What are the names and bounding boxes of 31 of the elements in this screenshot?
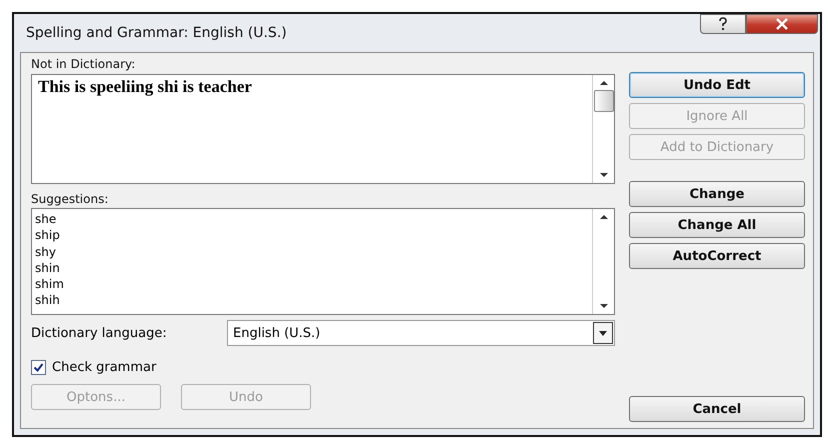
check-grammar-checkbox[interactable]: Check grammar bbox=[31, 360, 615, 375]
scroll-thumb[interactable] bbox=[594, 90, 614, 112]
scroll-up-icon bbox=[598, 213, 608, 221]
suggestion-item[interactable]: shih bbox=[35, 292, 589, 309]
dialog-button[interactable]: Change All bbox=[629, 212, 805, 238]
suggestion-item[interactable]: she bbox=[35, 211, 589, 228]
help-button[interactable] bbox=[700, 14, 746, 34]
suggestions-list[interactable]: she ship shy shin shim shih bbox=[31, 208, 615, 315]
dictionary-language-label: Dictionary language: bbox=[31, 326, 168, 340]
window-title: Spelling and Grammar: English (U.S.) bbox=[26, 25, 288, 41]
scroll-down-icon bbox=[598, 302, 608, 310]
suggestion-item[interactable]: shy bbox=[35, 244, 589, 260]
suggestion-item[interactable]: shin bbox=[35, 260, 589, 276]
scroll-up-icon bbox=[598, 79, 608, 87]
cancel-button[interactable]: Cancel bbox=[629, 396, 805, 422]
dictionary-language-dropdown[interactable]: English (U.S.) bbox=[227, 320, 615, 346]
close-icon bbox=[775, 18, 789, 30]
sentence-text: This is speeliing shi is teacher bbox=[37, 76, 253, 98]
scroll-down-icon bbox=[598, 171, 608, 179]
not-in-dictionary-label: Not in Dictionary: bbox=[31, 57, 136, 73]
suggestion-item[interactable]: ship bbox=[35, 227, 589, 244]
suggestion-item[interactable]: shim bbox=[35, 276, 589, 292]
scrollbar[interactable] bbox=[592, 75, 614, 183]
dialog-button[interactable]: Undo Edt bbox=[629, 72, 805, 98]
dialog-button[interactable]: AutoCorrect bbox=[629, 243, 805, 269]
help-icon bbox=[717, 17, 729, 31]
close-button[interactable] bbox=[746, 14, 818, 34]
check-icon bbox=[33, 362, 44, 373]
suggestions-label: Suggestions: bbox=[31, 192, 110, 208]
dialog-button[interactable]: Change bbox=[629, 181, 805, 207]
sentence-field[interactable]: This is speeliing shi is teacher bbox=[31, 74, 615, 184]
